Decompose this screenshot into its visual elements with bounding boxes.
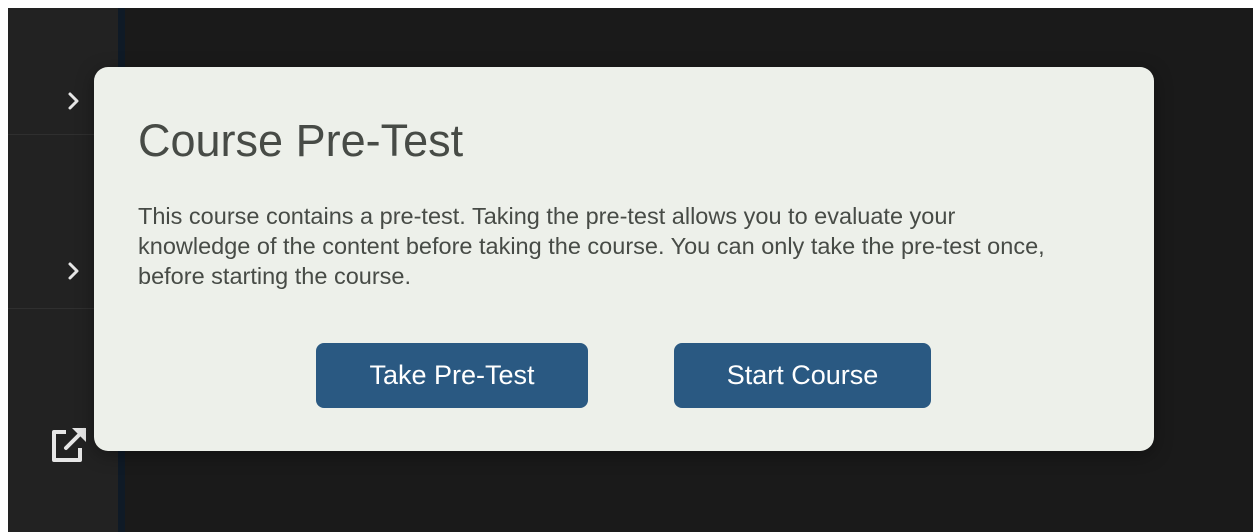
external-link-icon[interactable] <box>46 422 90 466</box>
start-course-button[interactable]: Start Course <box>674 343 931 408</box>
chevron-right-icon[interactable] <box>66 90 82 112</box>
dialog-body-text: This course contains a pre-test. Taking … <box>138 203 1045 289</box>
screen: Course Pre-Test This course contains a p… <box>0 0 1253 532</box>
pretest-dialog: Course Pre-Test This course contains a p… <box>94 67 1154 451</box>
chevron-right-icon[interactable] <box>66 260 82 282</box>
take-pretest-button[interactable]: Take Pre-Test <box>316 343 588 408</box>
dialog-title: Course Pre-Test <box>138 115 464 166</box>
